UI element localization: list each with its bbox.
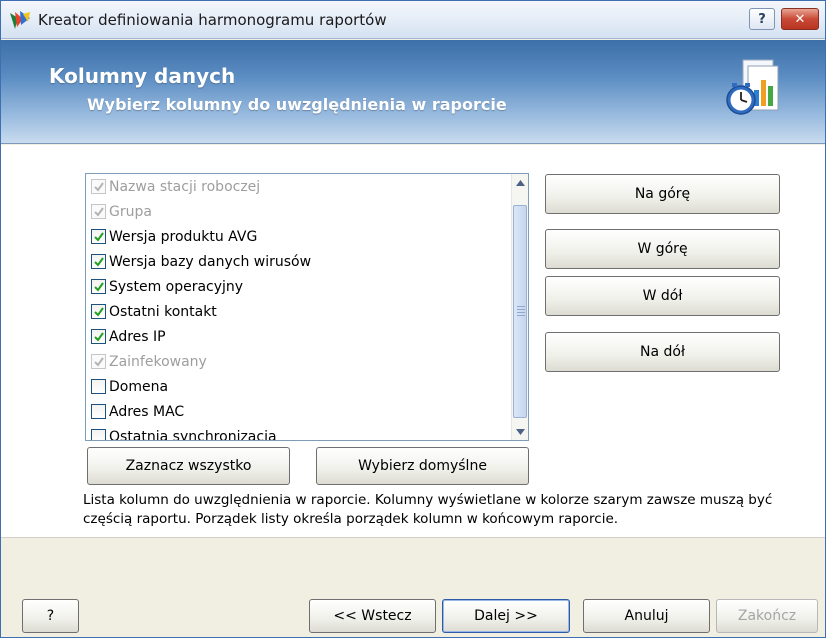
list-item-label: Adres MAC <box>109 403 185 420</box>
select-all-button[interactable]: Zaznacz wszystko <box>87 447 290 485</box>
avg-logo-icon <box>10 11 30 29</box>
list-item-label: Nazwa stacji roboczej <box>109 178 261 195</box>
help-button[interactable]: ? <box>22 599 79 633</box>
list-item-label: Grupa <box>109 203 152 220</box>
move-down-button[interactable]: W dół <box>545 276 780 316</box>
list-item-label: Domena <box>109 378 169 395</box>
list-item[interactable]: Adres MAC <box>86 399 528 424</box>
check-mark-icon <box>93 206 104 217</box>
list-item-label: Wersja produktu AVG <box>109 228 258 245</box>
checkbox-checked[interactable] <box>91 304 106 319</box>
checkbox-checked[interactable] <box>91 329 106 344</box>
list-item: Nazwa stacji roboczej <box>86 174 528 199</box>
check-mark-icon <box>93 356 104 367</box>
scroll-up-arrow-icon[interactable] <box>512 174 528 191</box>
list-item-label: Ostatnia synchronizacja <box>109 428 277 441</box>
columns-list-items: Nazwa stacji roboczej Grupa Wersja produkt… <box>86 174 528 441</box>
check-mark-icon <box>93 181 104 192</box>
move-up-button[interactable]: W górę <box>545 229 780 269</box>
window-title: Kreator definiowania harmonogramu raport… <box>38 11 387 29</box>
check-mark-icon <box>93 331 104 342</box>
list-item[interactable]: Wersja produktu AVG <box>86 224 528 249</box>
list-item[interactable]: Wersja bazy danych wirusów <box>86 249 528 274</box>
check-mark-icon <box>93 231 104 242</box>
title-bar: Kreator definiowania harmonogramu raport… <box>1 1 825 39</box>
cancel-button[interactable]: Anuluj <box>583 599 710 633</box>
checkbox-unchecked[interactable] <box>91 429 106 440</box>
select-default-button[interactable]: Wybierz domyślne <box>316 447 529 485</box>
list-item-label: Wersja bazy danych wirusów <box>109 253 312 270</box>
description-text: Lista kolumn do uwzględnienia w raporcie… <box>83 492 773 527</box>
checkbox-checked[interactable] <box>91 279 106 294</box>
list-scrollbar[interactable] <box>511 174 528 440</box>
checkbox-unchecked[interactable] <box>91 379 106 394</box>
check-mark-icon <box>93 256 104 267</box>
check-mark-icon <box>93 306 104 317</box>
columns-listbox[interactable]: Nazwa stacji roboczej Grupa Wersja produkt… <box>85 173 529 441</box>
checkbox-checked[interactable] <box>91 254 106 269</box>
checkbox-checked <box>91 204 106 219</box>
finish-button[interactable]: Zakończ <box>716 599 818 633</box>
list-item[interactable]: Ostatni kontakt <box>86 299 528 324</box>
move-to-top-button[interactable]: Na górę <box>545 174 780 214</box>
list-item: Grupa <box>86 199 528 224</box>
list-item[interactable]: System operacyjny <box>86 274 528 299</box>
page-title: Kolumny danych <box>49 64 236 88</box>
list-item[interactable]: Ostatnia synchronizacja <box>86 424 528 441</box>
report-schedule-icon <box>726 59 779 115</box>
grip-icon <box>517 306 525 318</box>
next-button[interactable]: Dalej >> <box>442 599 570 633</box>
checkbox-checked <box>91 354 106 369</box>
titlebar-help-button[interactable]: ? <box>749 8 775 30</box>
scroll-down-arrow-icon[interactable] <box>512 423 528 440</box>
list-item-label: Ostatni kontakt <box>109 303 217 320</box>
scrollbar-thumb[interactable] <box>513 205 527 418</box>
checkbox-checked <box>91 179 106 194</box>
checkbox-checked[interactable] <box>91 229 106 244</box>
list-item[interactable]: Domena <box>86 374 528 399</box>
list-item: Zainfekowany <box>86 349 528 374</box>
list-item-label: Zainfekowany <box>109 353 207 370</box>
wizard-window: Kreator definiowania harmonogramu raport… <box>0 0 826 638</box>
wizard-content: Nazwa stacji roboczej Grupa Wersja produkt… <box>1 145 825 537</box>
back-button[interactable]: << Wstecz <box>309 599 436 633</box>
list-item[interactable]: Adres IP <box>86 324 528 349</box>
titlebar-close-button[interactable]: ✕ <box>781 8 819 30</box>
list-item-label: System operacyjny <box>109 278 244 295</box>
wizard-footer: ? << Wstecz Dalej >> Anuluj Zakończ <box>1 537 825 637</box>
check-mark-icon <box>93 281 104 292</box>
move-to-bottom-button[interactable]: Na dół <box>545 332 780 372</box>
header-banner: Kolumny danych Wybierz kolumny do uwzglę… <box>1 40 825 144</box>
checkbox-unchecked[interactable] <box>91 404 106 419</box>
list-item-label: Adres IP <box>109 328 166 345</box>
page-subtitle: Wybierz kolumny do uwzględnienia w rapor… <box>87 95 507 114</box>
